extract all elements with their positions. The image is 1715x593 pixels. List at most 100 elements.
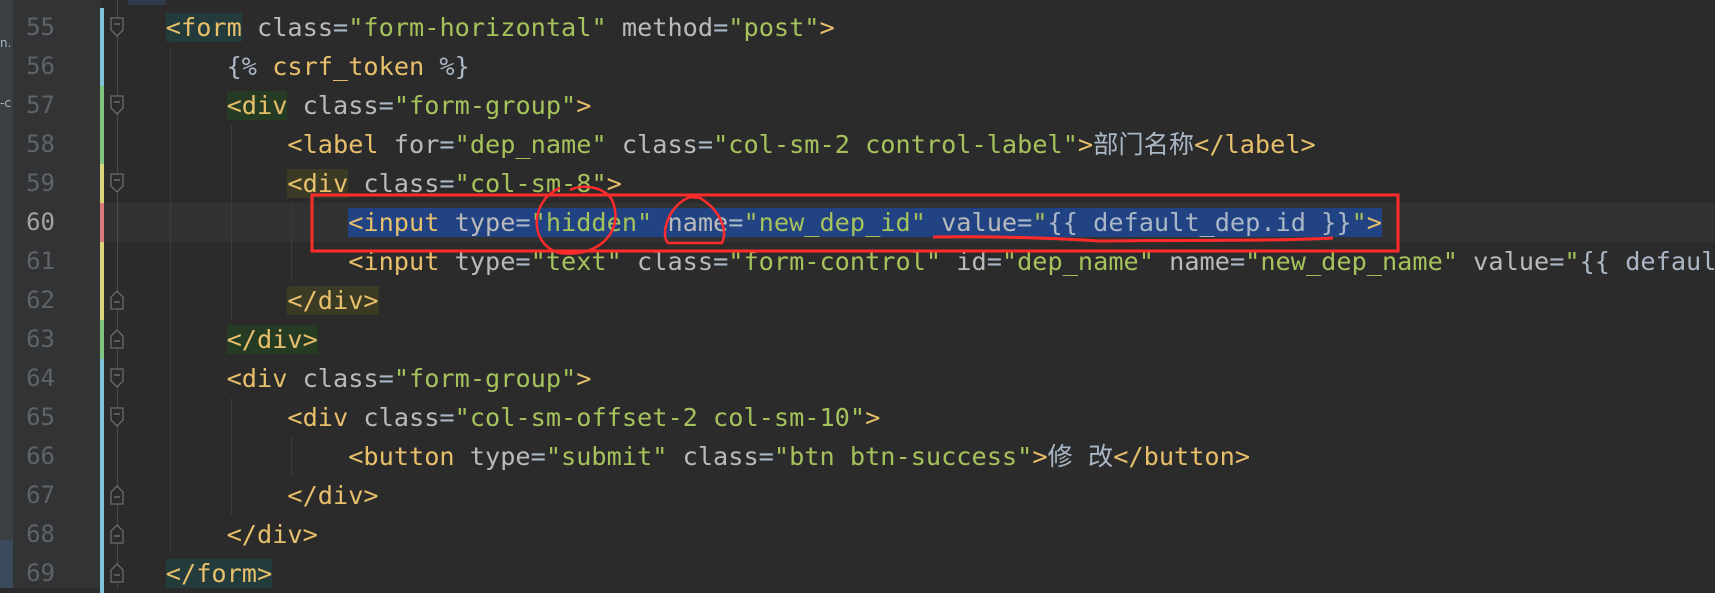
vcs-change-marker[interactable]	[100, 436, 104, 476]
line-number[interactable]: 61	[13, 242, 55, 281]
vcs-change-marker[interactable]	[100, 397, 104, 437]
code-line[interactable]: <input type="hidden" name="new_dep_id" v…	[348, 203, 1382, 242]
line-content[interactable]: <div class="form-group">	[226, 90, 591, 120]
selected-text[interactable]: <input type="hidden" name="new_dep_id" v…	[348, 207, 1382, 237]
vcs-change-marker[interactable]	[100, 202, 104, 242]
line-number[interactable]: 60	[13, 203, 55, 242]
line-number[interactable]: 57	[13, 86, 55, 125]
vcs-change-marker[interactable]	[100, 163, 104, 203]
line-number[interactable]: 58	[13, 125, 55, 164]
vcs-change-marker[interactable]	[100, 475, 104, 515]
line-content[interactable]: <label for="dep_name" class="col-sm-2 co…	[287, 130, 1315, 159]
line-number[interactable]: 68	[13, 515, 55, 554]
fold-end-icon[interactable]	[110, 523, 124, 544]
line-number[interactable]: 59	[13, 164, 55, 203]
code-line[interactable]: </form>	[165, 554, 273, 593]
code-line[interactable]: <div class="form-group">	[226, 86, 591, 125]
code-tag: >	[1077, 129, 1094, 159]
code-text: 部门名称	[1093, 129, 1195, 159]
line-number[interactable]: 56	[13, 47, 55, 86]
code-tag: </label>	[1194, 129, 1316, 159]
line-number[interactable]: 66	[13, 437, 55, 476]
code-tag: <div	[287, 402, 349, 432]
line-number[interactable]: 64	[13, 359, 55, 398]
code-line[interactable]: <div class="col-sm-8">	[287, 164, 622, 203]
code-line[interactable]: <form class="form-horizontal" method="po…	[165, 8, 835, 47]
line-content[interactable]: {% csrf_token %}	[227, 52, 470, 81]
line-content[interactable]: </div>	[226, 324, 318, 354]
fold-end-icon[interactable]	[110, 289, 124, 310]
vcs-change-marker[interactable]	[100, 46, 104, 86]
code-text: =	[439, 402, 455, 432]
fold-collapse-icon[interactable]	[110, 16, 124, 37]
line-number[interactable]: 69	[13, 554, 55, 593]
line-content[interactable]: <div class="form-group">	[227, 364, 592, 393]
code-attribute: type	[439, 207, 516, 237]
fold-end-icon[interactable]	[110, 328, 124, 349]
line-content[interactable]: </div>	[227, 520, 318, 549]
code-tag: </div>	[287, 480, 379, 510]
code-text: =	[1229, 246, 1246, 276]
code-text: 修 改	[1047, 441, 1114, 471]
code-text: =	[713, 12, 729, 42]
panel-fragment: n.	[0, 36, 12, 50]
line-content[interactable]: <div class="col-sm-offset-2 col-sm-10">	[287, 403, 880, 432]
code-text: {%	[226, 51, 257, 81]
code-attribute: class	[606, 129, 698, 159]
code-attribute: type	[439, 246, 516, 276]
fold-collapse-icon[interactable]	[110, 406, 124, 427]
line-content[interactable]: </div>	[287, 285, 379, 315]
line-number[interactable]: 62	[13, 281, 55, 320]
code-string: "new_dep_name"	[1245, 246, 1458, 276]
fold-collapse-icon[interactable]	[110, 172, 124, 193]
vcs-change-marker[interactable]	[100, 241, 104, 281]
code-line[interactable]: </div>	[287, 476, 378, 515]
fold-end-icon[interactable]	[110, 484, 124, 505]
vcs-change-marker[interactable]	[100, 514, 104, 554]
project-panel-edge: n. -c	[0, 0, 13, 588]
line-content[interactable]: </div>	[287, 481, 378, 510]
code-tag: </form>	[165, 558, 273, 588]
code-line[interactable]: {% csrf_token %}	[227, 47, 470, 86]
code-line[interactable]: </div>	[226, 320, 318, 359]
vcs-change-marker[interactable]	[100, 124, 104, 164]
code-line[interactable]: <label for="dep_name" class="col-sm-2 co…	[287, 125, 1315, 164]
line-content[interactable]: <form class="form-horizontal" method="po…	[165, 12, 835, 42]
code-text: =	[515, 246, 531, 276]
code-string: "form-group"	[393, 90, 577, 120]
code-attribute: value	[925, 207, 1018, 237]
code-line[interactable]: <input type="text" class="form-control" …	[348, 242, 1715, 281]
vcs-change-marker[interactable]	[100, 7, 104, 47]
vcs-change-marker[interactable]	[100, 358, 104, 398]
code-attribute: id	[941, 246, 987, 276]
fold-end-icon[interactable]	[110, 562, 124, 583]
code-text: =	[1017, 207, 1033, 237]
code-line[interactable]: </div>	[287, 281, 379, 320]
code-text: =	[986, 246, 1002, 276]
vcs-change-marker[interactable]	[100, 280, 104, 320]
vcs-change-marker[interactable]	[100, 319, 104, 359]
code-tag: >	[1032, 441, 1048, 471]
code-line[interactable]: </div>	[227, 515, 318, 554]
indent-guide	[291, 202, 293, 281]
line-content[interactable]: <input type="text" class="form-control" …	[348, 247, 1715, 276]
fold-collapse-icon[interactable]	[110, 94, 124, 115]
panel-fragment: -c	[0, 96, 11, 110]
code-attribute: class	[348, 402, 440, 432]
vcs-change-marker[interactable]	[100, 85, 104, 125]
line-number[interactable]: 55	[13, 8, 55, 47]
line-content[interactable]: </form>	[165, 558, 273, 588]
code-line[interactable]: <div class="col-sm-offset-2 col-sm-10">	[287, 398, 880, 437]
vcs-change-marker[interactable]	[100, 553, 104, 593]
fold-collapse-icon[interactable]	[110, 367, 124, 388]
code-attribute: type	[454, 441, 531, 471]
code-text: =	[515, 207, 531, 237]
line-content[interactable]: <button type="submit" class="btn btn-suc…	[348, 442, 1250, 471]
line-number[interactable]: 67	[13, 476, 55, 515]
code-tag: <div	[226, 90, 288, 120]
line-content[interactable]: <div class="col-sm-8">	[287, 168, 622, 198]
line-number[interactable]: 63	[13, 320, 55, 359]
line-number[interactable]: 65	[13, 398, 55, 437]
code-line[interactable]: <div class="form-group">	[227, 359, 592, 398]
code-line[interactable]: <button type="submit" class="btn btn-suc…	[348, 437, 1250, 476]
